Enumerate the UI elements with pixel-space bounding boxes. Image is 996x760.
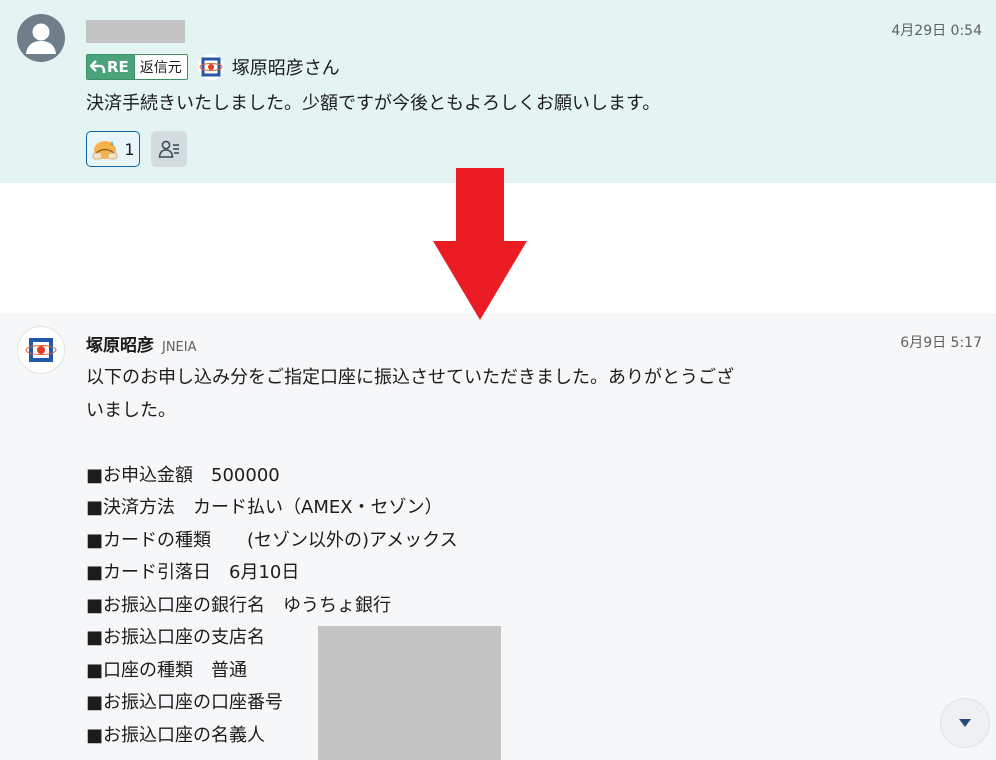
- message-line: [86, 427, 886, 460]
- sender-name[interactable]: 塚原昭彦: [86, 331, 154, 356]
- message-line: ■決済方法 カード払い（AMEX・セゾン）: [86, 497, 443, 518]
- message-line: ■お振込口座の銀行名 ゆうちょ銀行: [86, 594, 392, 616]
- org-avatar-icon[interactable]: [17, 326, 65, 374]
- reply-tag-label: RE: [107, 58, 129, 76]
- message1-text: 決済手続きいたしました。少額ですが今後ともよろしくお願いします。: [86, 93, 661, 114]
- sender-org: JNEIA: [162, 340, 197, 355]
- message-line: ■お申込金額 500000: [86, 464, 280, 486]
- reactions-bar: 1: [86, 131, 187, 167]
- message2-sender: 塚原昭彦 JNEIA: [86, 331, 197, 356]
- reply-to-name[interactable]: 塚原昭彦さん: [232, 54, 340, 80]
- redacted-account-details: [318, 626, 501, 760]
- reaction-button[interactable]: 1: [86, 131, 140, 167]
- org-logo-icon: [197, 54, 224, 80]
- message-line: ■カード引落日 6月10日: [86, 562, 300, 583]
- message-line: 以下のお申し込み分をご指定口座に振込させていただきました。ありがとうござ: [86, 367, 734, 388]
- reply-context: RE 返信元 塚原昭彦さん: [86, 53, 340, 81]
- message2-timestamp[interactable]: 6月9日 5:17: [900, 332, 982, 352]
- message-line: ■カードの種類 (セゾン以外の)アメックス: [86, 529, 458, 551]
- reaction-count: 1: [124, 139, 135, 159]
- sweat-smile-bow-emoji-icon: [93, 141, 118, 160]
- user-list-icon: [158, 140, 179, 158]
- user-avatar-icon[interactable]: [17, 14, 65, 62]
- down-arrow-icon: [433, 168, 527, 320]
- redacted-sender-name: [86, 20, 185, 43]
- reply-badge[interactable]: RE 返信元: [86, 54, 188, 80]
- message1-timestamp[interactable]: 4月29日 0:54: [891, 20, 982, 40]
- reaction-users-button[interactable]: [151, 131, 187, 167]
- reply-arrow-icon: [90, 60, 106, 74]
- message-line: いました。: [86, 399, 176, 421]
- caret-down-icon: [959, 719, 971, 727]
- scroll-to-bottom-button[interactable]: [940, 698, 990, 748]
- reply-origin-label: 返信元: [133, 55, 187, 79]
